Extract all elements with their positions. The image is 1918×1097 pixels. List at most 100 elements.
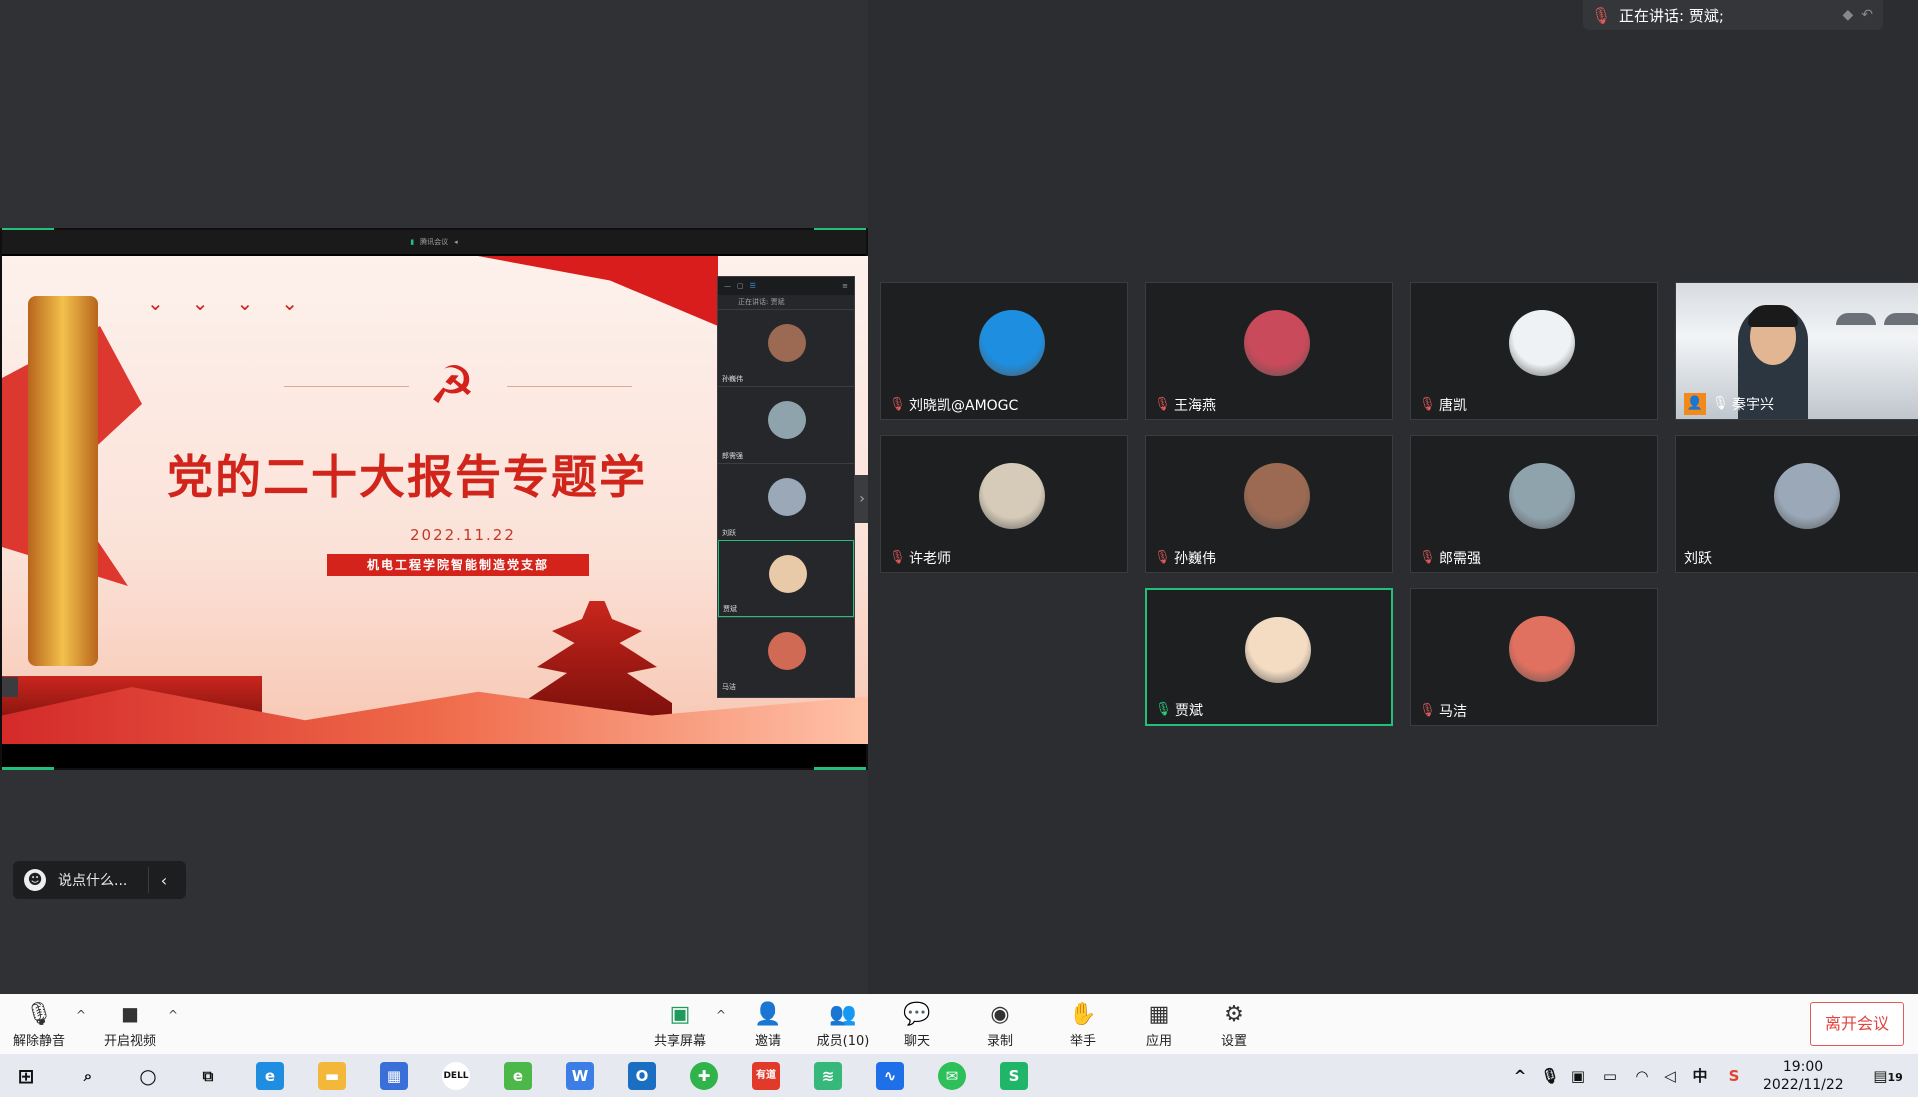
app-green-icon[interactable]: ✚ <box>690 1062 718 1090</box>
mic-on-icon: 🎙 <box>1155 702 1172 717</box>
participant-tile[interactable]: 🎙 王海燕 <box>1145 282 1393 420</box>
search-icon[interactable]: ⌕ <box>74 1062 102 1090</box>
dell-icon[interactable]: DELL <box>442 1062 470 1090</box>
settings-label: 设置 <box>1220 1034 1247 1049</box>
record-button[interactable]: ◉ 录制 <box>965 1000 1035 1049</box>
notification-center-icon[interactable]: ▤19 <box>1866 1062 1910 1090</box>
participant-label: 🎙 刘晓凯@AMOGC <box>889 395 1018 415</box>
mini-participant-tile: 马洁 <box>718 617 854 694</box>
volume-icon[interactable]: ◁ <box>1656 1062 1684 1090</box>
chat-input-pill[interactable]: ☻ 说点什么... ‹ <box>13 861 186 899</box>
ie-icon[interactable]: e <box>504 1062 532 1090</box>
share-screen-button[interactable]: ▣ 共享屏幕 <box>645 1000 715 1049</box>
windows-taskbar: ⊞ ⌕ ○ ⧉ e ▬ ▦ DELL e W O ✚ 有道 ≋ ∿ ✉ S ^ … <box>0 1054 1918 1097</box>
mic-off-icon: 🎙 <box>889 550 906 565</box>
settings-button[interactable]: ⚙ 设置 <box>1199 1000 1269 1049</box>
participant-tile[interactable]: 🎙 马洁 <box>1410 588 1658 726</box>
mini-participant-tile: 郎需强 <box>718 386 854 463</box>
wifi-icon[interactable]: ◠ <box>1628 1062 1656 1090</box>
participant-tile[interactable]: 👤 🎙 秦宇兴 <box>1675 282 1918 420</box>
participant-avatar <box>1509 616 1575 682</box>
mini-avatar <box>769 555 807 593</box>
mini-participant-name: 贾斌 <box>723 605 737 613</box>
mini-speaking-label: 正在讲话: 贾斌 <box>738 298 785 306</box>
participant-tile[interactable]: 🎙 郎需强 <box>1410 435 1658 573</box>
apps-button[interactable]: ▦ 应用 <box>1124 1000 1194 1049</box>
ime-indicator[interactable]: 中 <box>1686 1062 1714 1090</box>
list-icon: ☰ <box>749 282 756 290</box>
invite-button[interactable]: 👤 邀请 <box>733 1000 803 1049</box>
windows-start-icon[interactable]: ⊞ <box>12 1062 40 1090</box>
app-stack-icon[interactable]: ≋ <box>814 1062 842 1090</box>
wechat-icon[interactable]: ✉ <box>938 1062 966 1090</box>
view-toggle-icon[interactable]: ◆ <box>1842 7 1853 23</box>
participant-name: 贾斌 <box>1175 703 1203 719</box>
tray-up-icon[interactable]: ^ <box>1506 1062 1534 1090</box>
slide-title: 党的二十大报告专题学 <box>167 450 647 504</box>
raise-hand-button[interactable]: ✋ 举手 <box>1048 1000 1118 1049</box>
invite-icon: 👤 <box>754 1002 782 1027</box>
mini-participant-name: 马洁 <box>722 683 736 691</box>
shared-screen-frame[interactable]: ▮ 腾讯会议 ◂ ⌄⌄⌄⌄ ☭ 党的二十大报告专题学 2022.11.22 机电… <box>0 228 869 770</box>
members-button[interactable]: 👥 成员(10) <box>808 1000 878 1049</box>
notification-count: 19 <box>1887 1071 1903 1084</box>
start-video-button[interactable]: ◼ 开启视频 <box>95 1000 165 1049</box>
tray-mic-icon[interactable]: 🎙 <box>1536 1062 1564 1090</box>
mic-off-icon: 🎙 <box>1154 397 1171 412</box>
edge-icon[interactable]: e <box>256 1062 284 1090</box>
store-icon[interactable]: ▦ <box>380 1062 408 1090</box>
youdao-icon[interactable]: 有道 <box>752 1062 780 1090</box>
mini-avatar <box>768 324 806 362</box>
taskbar-clock[interactable]: 19:00 2022/11/22 <box>1763 1058 1844 1094</box>
audio-options-caret-icon[interactable]: ^ <box>76 1008 86 1022</box>
participant-tile[interactable]: 🎙 孙巍伟 <box>1145 435 1393 573</box>
participant-tile[interactable]: 🎙 贾斌 <box>1145 588 1393 726</box>
hand-icon: ✋ <box>1069 1002 1097 1027</box>
mic-off-icon: 🎙 <box>1419 550 1436 565</box>
mini-participant-name: 孙巍伟 <box>722 375 743 383</box>
task-view-icon[interactable]: ⧉ <box>194 1062 222 1090</box>
speaking-banner-text: 正在讲话: 贾斌; <box>1619 6 1724 25</box>
outlook-icon[interactable]: O <box>628 1062 656 1090</box>
exit-fullscreen-icon[interactable]: ↶ <box>1861 7 1873 23</box>
participant-label: 刘跃 <box>1684 548 1712 568</box>
emoji-icon[interactable]: ☻ <box>24 869 46 891</box>
participant-tile[interactable]: 刘跃 <box>1675 435 1918 573</box>
chat-button[interactable]: 💬 聊天 <box>882 1000 952 1049</box>
participant-label: 👤 🎙 秦宇兴 <box>1684 393 1774 415</box>
apps-label: 应用 <box>1145 1034 1172 1049</box>
participant-tile[interactable]: 🎙 唐凯 <box>1410 282 1658 420</box>
raise-hand-label: 举手 <box>1069 1034 1096 1049</box>
chat-placeholder[interactable]: 说点什么... <box>58 870 148 890</box>
leave-meeting-button[interactable]: 离开会议 <box>1810 1002 1904 1046</box>
participant-tile[interactable]: 🎙 许老师 <box>880 435 1128 573</box>
members-label: 成员(10) <box>816 1034 870 1049</box>
participant-tile[interactable]: 🎙 刘晓凯@AMOGC <box>880 282 1128 420</box>
participant-name: 马洁 <box>1439 704 1467 720</box>
wps-sheet-icon[interactable]: S <box>1000 1062 1028 1090</box>
share-screen-label: 共享屏幕 <box>653 1034 706 1049</box>
participant-name: 秦宇兴 <box>1732 397 1774 413</box>
participant-avatar <box>1509 310 1575 376</box>
shared-topbar: ▮ 腾讯会议 ◂ <box>2 230 866 254</box>
participant-avatar <box>979 310 1045 376</box>
sogou-icon[interactable]: S <box>1720 1062 1748 1090</box>
huabiao-pillar <box>28 296 98 666</box>
file-explorer-icon[interactable]: ▬ <box>318 1062 346 1090</box>
unmute-button[interactable]: 🎙 解除静音 <box>4 1000 74 1049</box>
wps-writer-icon[interactable]: W <box>566 1062 594 1090</box>
battery-icon[interactable]: ▭ <box>1596 1062 1624 1090</box>
record-icon: ◉ <box>990 1002 1010 1027</box>
meeting-toolbar: 🎙 解除静音 ^ ◼ 开启视频 ^ ▣ 共享屏幕 ^ 👤 邀请 👥 成员(10)… <box>0 994 1918 1054</box>
participant-avatar <box>1509 463 1575 529</box>
share-screen-icon: ▣ <box>669 1002 691 1027</box>
share-options-caret-icon[interactable]: ^ <box>716 1008 726 1022</box>
cortana-icon[interactable]: ○ <box>134 1062 162 1090</box>
tray-network-app-icon[interactable]: ▣ <box>1564 1062 1592 1090</box>
video-options-caret-icon[interactable]: ^ <box>168 1008 178 1022</box>
tencent-meeting-icon[interactable]: ∿ <box>876 1062 904 1090</box>
chat-icon: 💬 <box>903 1002 931 1027</box>
side-handle <box>2 677 18 697</box>
mic-off-icon: 🎙 <box>889 397 906 412</box>
collapse-chat-icon[interactable]: ‹ <box>149 871 179 890</box>
